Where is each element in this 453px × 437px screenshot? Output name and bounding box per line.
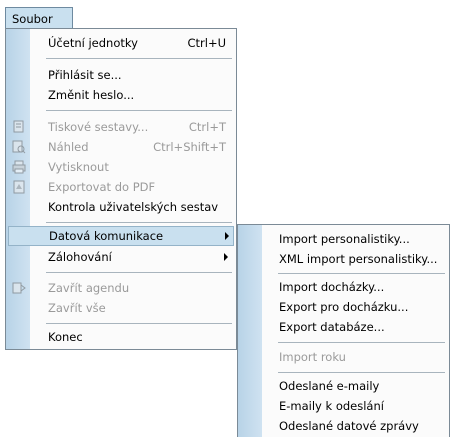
separator bbox=[46, 323, 232, 324]
separator bbox=[278, 273, 445, 274]
menu-item-datova-komunikace[interactable]: Datová komunikace bbox=[8, 226, 234, 246]
submenu-item-import-roku[interactable]: Import roku bbox=[262, 347, 445, 367]
submenu-item-emaily-k-odeslani[interactable]: E-maily k odeslání bbox=[262, 396, 445, 416]
menu-item-vytisknout[interactable]: Vytisknout bbox=[12, 157, 232, 177]
submenu-item-import-dochazky[interactable]: Import docházky... bbox=[262, 277, 445, 297]
separator bbox=[278, 342, 445, 343]
menu-item-kontrola-sestav[interactable]: Kontrola uživatelských sestav bbox=[30, 197, 232, 217]
submenu-arrow-icon bbox=[225, 232, 229, 240]
separator bbox=[46, 110, 232, 111]
submenu-item-import-personalistiky[interactable]: Import personalistiky... bbox=[262, 229, 445, 249]
separator bbox=[46, 272, 232, 273]
pdf-export-icon bbox=[12, 180, 26, 194]
soubor-dropdown: Účetní jednotky Ctrl+U Přihlásit se... Z… bbox=[5, 28, 237, 350]
submenu-item-datove-zpravy[interactable]: Odeslané datové zprávy bbox=[262, 416, 445, 436]
datova-komunikace-submenu: Import personalistiky... XML import pers… bbox=[237, 224, 450, 437]
menu-item-konec[interactable]: Konec bbox=[30, 327, 232, 347]
submenu-arrow-icon bbox=[224, 253, 228, 261]
menu-item-nahled[interactable]: Náhled Ctrl+Shift+T bbox=[12, 137, 232, 157]
menu-item-zavrit-agendu[interactable]: Zavřít agendu bbox=[12, 278, 232, 298]
submenu-item-export-databaze[interactable]: Export databáze... bbox=[262, 317, 445, 337]
submenu-item-xml-import[interactable]: XML import personalistiky... bbox=[262, 249, 445, 269]
menu-item-zavrit-vse[interactable]: Zavřít vše bbox=[30, 298, 232, 318]
print-report-icon bbox=[12, 120, 26, 134]
menu-soubor[interactable]: Soubor bbox=[5, 7, 73, 29]
menu-item-tiskove-sestavy[interactable]: Tiskové sestavy... Ctrl+T bbox=[13, 117, 232, 137]
menu-soubor-label: Soubor bbox=[12, 11, 53, 26]
close-agenda-icon bbox=[12, 281, 26, 295]
icon-gutter bbox=[238, 225, 262, 437]
separator bbox=[46, 58, 232, 59]
menu-item-zalohovani[interactable]: Zálohování bbox=[30, 247, 232, 267]
menu-item-ucetni-jednotky[interactable]: Účetní jednotky Ctrl+U bbox=[30, 33, 232, 53]
submenu-item-export-dochazka[interactable]: Export pro docházku... bbox=[262, 297, 445, 317]
menu-item-prihlasit[interactable]: Přihlásit se... bbox=[30, 65, 232, 85]
menu-item-zmenit-heslo[interactable]: Změnit heslo... bbox=[30, 85, 232, 105]
separator bbox=[46, 222, 232, 223]
separator bbox=[278, 372, 445, 373]
preview-icon bbox=[12, 140, 26, 154]
submenu-item-odeslane-emaily[interactable]: Odeslané e-maily bbox=[262, 376, 445, 396]
printer-icon bbox=[12, 160, 26, 174]
menu-item-export-pdf[interactable]: Exportovat do PDF bbox=[13, 177, 232, 197]
